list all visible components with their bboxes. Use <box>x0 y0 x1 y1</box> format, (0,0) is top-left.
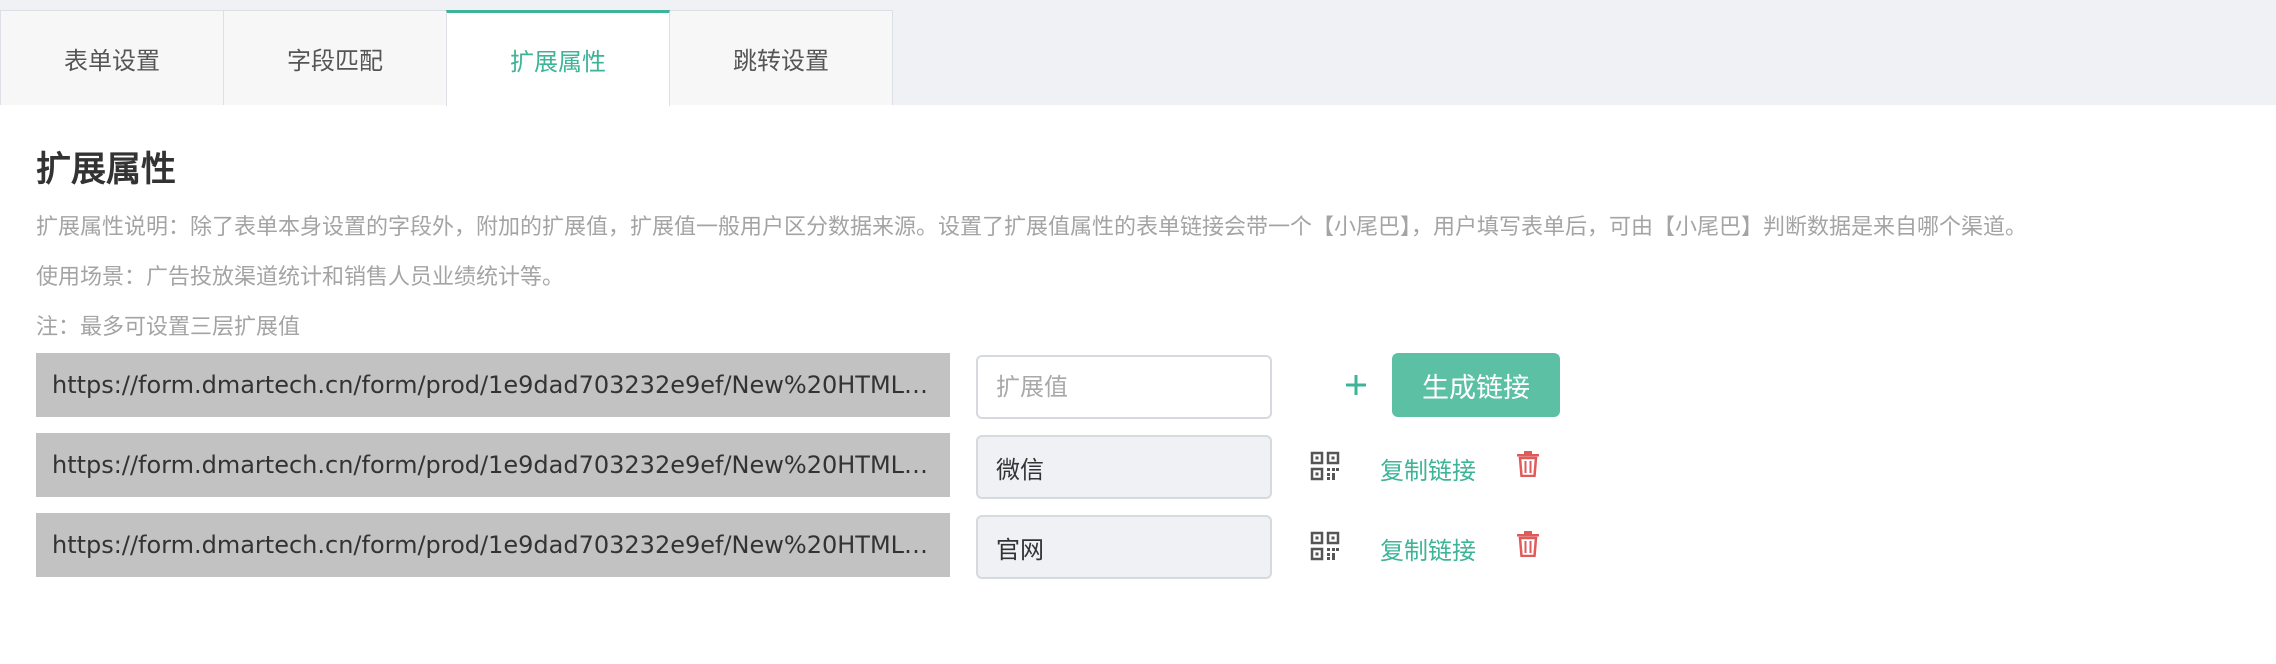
tabs: 表单设置 字段匹配 扩展属性 跳转设置 <box>0 10 893 106</box>
url-display: https://form.dmartech.cn/form/prod/1e9da… <box>36 353 950 417</box>
usage-scenario-text: 使用场景：广告投放渠道统计和销售人员业绩统计等。 <box>36 265 565 290</box>
url-text: https://form.dmartech.cn/form/prod/1e9da… <box>52 371 934 399</box>
page-title: 扩展属性 <box>36 150 177 190</box>
qr-code-icon[interactable] <box>1310 531 1340 561</box>
url-text: https://form.dmartech.cn/form/prod/1e9da… <box>52 451 934 479</box>
tab-redirect-settings[interactable]: 跳转设置 <box>669 10 893 105</box>
generate-link-button[interactable]: 生成链接 <box>1392 353 1560 417</box>
url-display: https://form.dmartech.cn/form/prod/1e9da… <box>36 513 950 577</box>
trash-icon[interactable] <box>1516 531 1540 557</box>
page: 表单设置 字段匹配 扩展属性 跳转设置 扩展属性 扩展属性说明：除了表单本身设置… <box>0 0 2276 664</box>
qr-code-icon[interactable] <box>1310 451 1340 481</box>
tab-extended-attributes[interactable]: 扩展属性 <box>446 10 670 106</box>
trash-icon[interactable] <box>1516 451 1540 477</box>
copy-link-button[interactable]: 复制链接 <box>1380 451 1476 486</box>
url-display: https://form.dmartech.cn/form/prod/1e9da… <box>36 433 950 497</box>
tab-bar: 表单设置 字段匹配 扩展属性 跳转设置 <box>0 0 2276 106</box>
tab-field-mapping[interactable]: 字段匹配 <box>223 10 447 105</box>
description-text: 扩展属性说明：除了表单本身设置的字段外，附加的扩展值，扩展值一般用户区分数据来源… <box>36 215 2028 240</box>
extension-value-field[interactable]: 官网 <box>976 515 1272 579</box>
extension-value-input[interactable] <box>976 355 1272 419</box>
url-text: https://form.dmartech.cn/form/prod/1e9da… <box>52 531 934 559</box>
extension-row: https://form.dmartech.cn/form/prod/1e9da… <box>36 433 1636 499</box>
extension-row: https://form.dmartech.cn/form/prod/1e9da… <box>36 513 1636 579</box>
tab-form-settings[interactable]: 表单设置 <box>0 10 224 105</box>
copy-link-button[interactable]: 复制链接 <box>1380 531 1476 566</box>
plus-icon[interactable] <box>1336 365 1376 405</box>
note-text: 注：最多可设置三层扩展值 <box>36 315 301 340</box>
extension-value-field[interactable]: 微信 <box>976 435 1272 499</box>
new-extension-row: https://form.dmartech.cn/form/prod/1e9da… <box>36 353 1636 419</box>
